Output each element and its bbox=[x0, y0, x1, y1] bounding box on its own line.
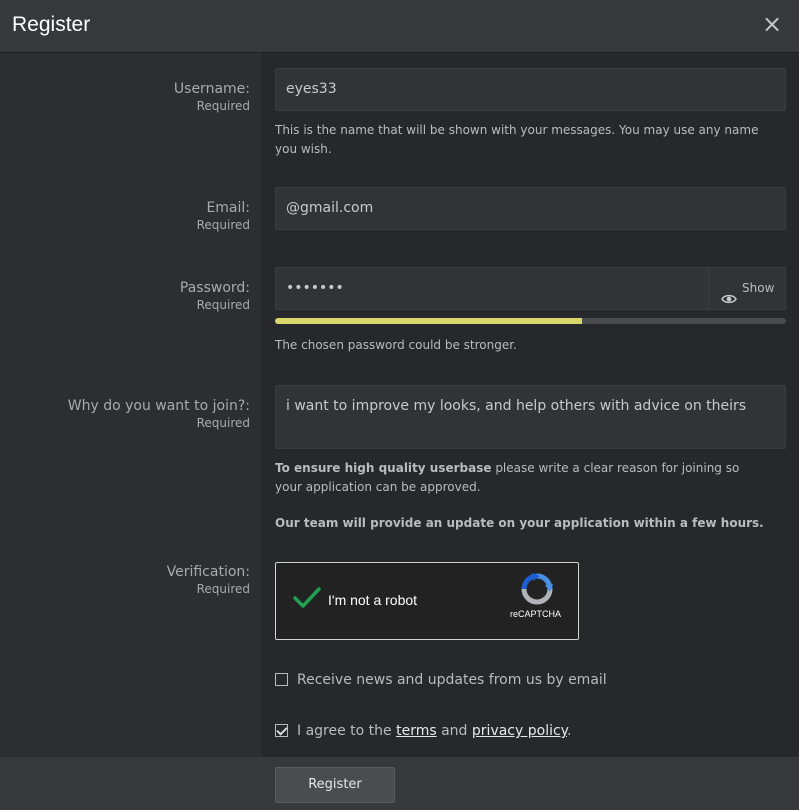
password-strength-meter bbox=[275, 318, 786, 324]
reason-note-bold: To ensure high quality userbase bbox=[275, 461, 492, 475]
newsletter-checkbox[interactable] bbox=[275, 673, 288, 686]
agree-middle: and bbox=[436, 723, 472, 739]
username-label-group: Username: Required bbox=[174, 81, 250, 113]
password-required: Required bbox=[196, 298, 250, 312]
password-label-group: Password: Required bbox=[180, 280, 250, 312]
privacy-policy-link[interactable]: privacy policy bbox=[472, 723, 567, 739]
terms-link[interactable]: terms bbox=[396, 723, 437, 739]
reason-note: To ensure high quality userbase please w… bbox=[275, 459, 755, 497]
recaptcha-label: I'm not a robot bbox=[328, 592, 418, 608]
show-password-label: Show bbox=[742, 281, 775, 295]
username-required: Required bbox=[196, 99, 250, 113]
username-input[interactable]: eyes33 bbox=[275, 68, 786, 111]
verification-label-group: Verification: Required bbox=[167, 564, 250, 596]
reason-label-group: Why do you want to join?: Required bbox=[68, 398, 250, 430]
reason-textarea[interactable]: i want to improve my looks, and help oth… bbox=[275, 385, 786, 449]
password-input[interactable]: ••••••• bbox=[275, 267, 709, 310]
username-label: Username: bbox=[173, 81, 250, 97]
eye-icon bbox=[721, 281, 737, 322]
newsletter-label: Receive news and updates from us by emai… bbox=[297, 672, 607, 688]
recaptcha-brand: reCAPTCHA bbox=[510, 609, 562, 619]
register-button[interactable]: Register bbox=[275, 767, 395, 803]
show-password-button[interactable]: Show bbox=[708, 267, 786, 310]
email-required: Required bbox=[196, 218, 250, 232]
reason-update-note: Our team will provide an update on your … bbox=[275, 516, 764, 530]
username-hint: This is the name that will be shown with… bbox=[275, 123, 759, 156]
verification-required: Required bbox=[196, 582, 250, 596]
dialog-title: Register bbox=[12, 13, 91, 36]
close-icon[interactable]: × bbox=[762, 12, 782, 36]
password-strength-fill bbox=[275, 318, 582, 324]
recaptcha-widget[interactable]: I'm not a robot reCAPTCHA bbox=[275, 562, 579, 640]
email-input[interactable]: @gmail.com bbox=[275, 187, 786, 230]
email-label: Email: bbox=[206, 200, 250, 216]
checkmark-icon[interactable] bbox=[292, 585, 322, 615]
dialog-footer bbox=[0, 757, 799, 810]
recaptcha-logo-icon bbox=[520, 572, 554, 610]
email-label-group: Email: Required bbox=[197, 200, 250, 232]
register-dialog: Register × Username: Required eyes33 Thi… bbox=[0, 0, 799, 810]
password-label: Password: bbox=[179, 280, 250, 296]
agree-suffix: . bbox=[566, 723, 572, 739]
password-hint: The chosen password could be stronger. bbox=[275, 338, 517, 352]
reason-required: Required bbox=[196, 416, 250, 430]
agree-checkbox[interactable] bbox=[275, 724, 288, 737]
agree-label: I agree to the terms and privacy policy. bbox=[297, 723, 571, 739]
reason-label: Why do you want to join?: bbox=[67, 398, 250, 414]
dialog-header: Register × bbox=[0, 0, 799, 53]
agree-prefix: I agree to the bbox=[297, 723, 397, 739]
verification-label: Verification: bbox=[166, 564, 250, 580]
